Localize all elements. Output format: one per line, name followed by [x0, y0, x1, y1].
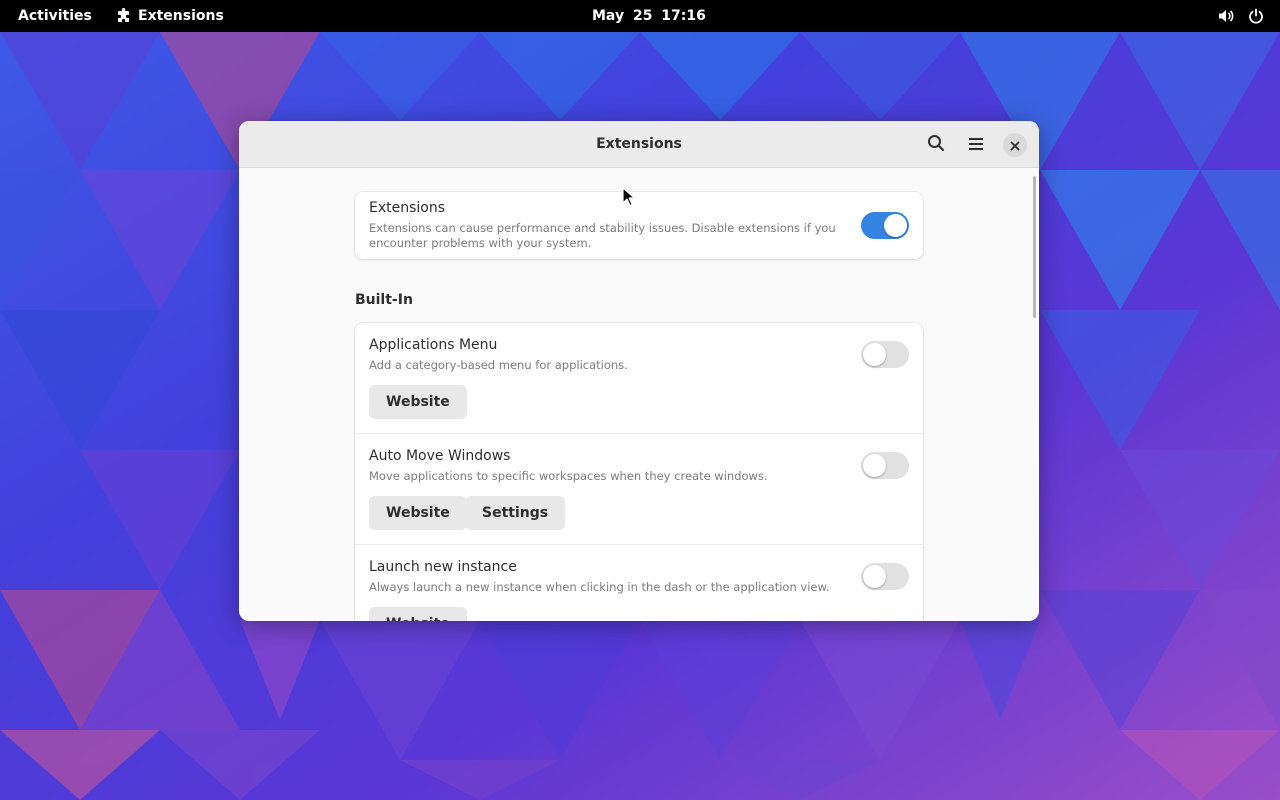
website-button[interactable]: Website	[369, 385, 467, 419]
switch-knob	[863, 454, 886, 477]
extension-description: Always launch a new instance when clicki…	[369, 580, 830, 594]
mouse-pointer-icon	[622, 187, 636, 211]
extensions-master-card: Extensions Extensions can cause performa…	[355, 192, 923, 259]
search-icon	[927, 134, 945, 156]
website-button[interactable]: Website	[369, 607, 467, 621]
switch-knob	[884, 214, 907, 237]
settings-button[interactable]: Settings	[465, 496, 566, 530]
system-tray[interactable]	[1218, 0, 1264, 32]
section-title-built-in: Built-In	[355, 292, 413, 308]
extensions-list-scroll[interactable]: Extensions Extensions can cause performa…	[239, 169, 1039, 621]
switch-knob	[863, 343, 886, 366]
scrollbar[interactable]	[1033, 176, 1036, 318]
clock[interactable]: May 25 17:16	[592, 0, 706, 32]
activities-button[interactable]: Activities	[18, 0, 92, 32]
header-bar: Extensions	[239, 121, 1039, 168]
puzzle-icon	[116, 8, 132, 24]
close-button[interactable]	[1003, 133, 1027, 157]
main-menu-button[interactable]	[963, 132, 989, 158]
extension-switch-applications-menu[interactable]	[861, 341, 909, 368]
hamburger-menu-icon	[968, 136, 984, 155]
extensions-master-switch[interactable]	[861, 212, 909, 239]
close-icon	[1010, 136, 1020, 155]
extension-switch-launch-new-instance[interactable]	[861, 563, 909, 590]
extension-row-auto-move-windows: Auto Move Windows Move applications to s…	[355, 434, 923, 545]
built-in-extensions-list: Applications Menu Add a category-based m…	[355, 323, 923, 621]
app-menu-label: Extensions	[138, 8, 224, 24]
master-description-line1: Extensions can cause performance and sta…	[369, 221, 836, 235]
extension-name: Applications Menu	[369, 337, 498, 353]
app-menu-button[interactable]: Extensions	[116, 0, 224, 32]
extension-description: Move applications to specific workspaces…	[369, 469, 768, 483]
extensions-window: Extensions Extensions Extensions can cau…	[239, 121, 1039, 621]
search-button[interactable]	[923, 132, 949, 158]
website-button[interactable]: Website	[369, 496, 467, 530]
extension-description: Add a category-based menu for applicatio…	[369, 358, 628, 372]
extension-row-applications-menu: Applications Menu Add a category-based m…	[355, 323, 923, 434]
switch-knob	[863, 565, 886, 588]
power-icon[interactable]	[1248, 8, 1264, 24]
extension-row-launch-new-instance: Launch new instance Always launch a new …	[355, 545, 923, 621]
master-description-line2: encounter problems with your system.	[369, 236, 592, 250]
master-title: Extensions	[369, 200, 446, 216]
window-title: Extensions	[596, 136, 682, 152]
volume-icon[interactable]	[1218, 8, 1236, 24]
extension-name: Auto Move Windows	[369, 448, 511, 464]
extension-name: Launch new instance	[369, 559, 517, 575]
extension-switch-auto-move-windows[interactable]	[861, 452, 909, 479]
top-bar: Activities Extensions May 25 17:16	[0, 0, 1280, 32]
